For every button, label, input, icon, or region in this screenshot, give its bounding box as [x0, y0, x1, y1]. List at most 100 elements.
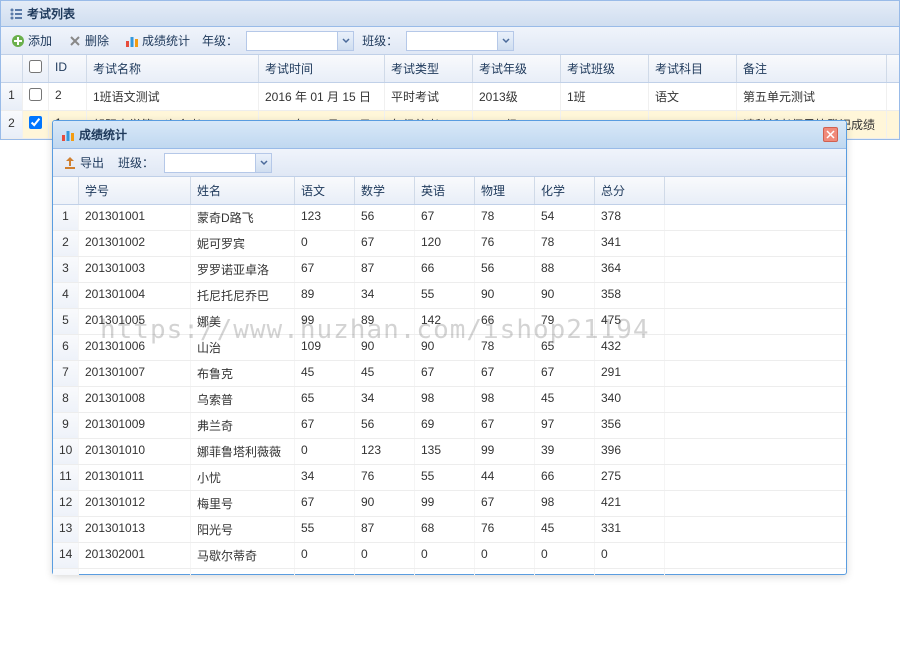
- rownum: 10: [53, 439, 79, 464]
- rownum: 9: [53, 413, 79, 438]
- modal-class-label: 班级：: [118, 154, 154, 171]
- cell-math: 67: [355, 231, 415, 256]
- close-button[interactable]: [823, 127, 838, 142]
- cell-physics: 90: [475, 283, 535, 308]
- modal-class-input[interactable]: [165, 154, 255, 172]
- table-row[interactable]: 6201301006山治10990907865432: [53, 335, 846, 361]
- col-type[interactable]: 考试类型: [385, 55, 473, 82]
- cell-sid: 201301010: [79, 439, 191, 464]
- class-filter-combo[interactable]: [406, 31, 514, 51]
- table-row[interactable]: 11201301011小忧3476554466275: [53, 465, 846, 491]
- grade-filter-label: 年级：: [202, 32, 238, 49]
- col-subject[interactable]: 考试科目: [649, 55, 737, 82]
- chart-icon: [61, 128, 75, 142]
- cell-class: 1班: [561, 83, 649, 110]
- close-icon: [826, 130, 835, 139]
- rownum: 1: [1, 83, 23, 110]
- cell-chinese: 67: [295, 491, 355, 516]
- grade-filter-combo[interactable]: [246, 31, 354, 51]
- table-row[interactable]: 5201301005娜美99891426679475: [53, 309, 846, 335]
- cell-sid: 201301003: [79, 257, 191, 282]
- cell-sid: 201302001: [79, 543, 191, 568]
- table-row[interactable]: 15201302002范奥卡000000: [53, 569, 846, 575]
- col-chemistry[interactable]: 化学: [535, 177, 595, 204]
- table-row[interactable]: 1201301001蒙奇D路飞12356677854378: [53, 205, 846, 231]
- table-row[interactable]: 12201301012梅里号6790996798421: [53, 491, 846, 517]
- cell-chemistry: 97: [535, 413, 595, 438]
- cell-chemistry: 98: [535, 491, 595, 516]
- table-row[interactable]: 4201301004托尼托尼乔巴8934559090358: [53, 283, 846, 309]
- cell-physics: 0: [475, 569, 535, 575]
- cell-total: 378: [595, 205, 665, 230]
- cell-subject: 语文: [649, 83, 737, 110]
- grade-filter-input[interactable]: [247, 32, 337, 50]
- cell-name: 小忧: [191, 465, 295, 490]
- add-label: 添加: [28, 32, 52, 49]
- cell-name: 托尼托尼乔巴: [191, 283, 295, 308]
- col-class[interactable]: 考试班级: [561, 55, 649, 82]
- row-checkbox[interactable]: [23, 111, 49, 138]
- cell-total: 364: [595, 257, 665, 282]
- cell-math: 45: [355, 361, 415, 386]
- col-total[interactable]: 总分: [595, 177, 665, 204]
- list-icon: [9, 7, 23, 21]
- checkbox-header[interactable]: [23, 55, 49, 82]
- add-button[interactable]: 添加: [7, 30, 56, 51]
- cell-id: 2: [49, 83, 87, 110]
- table-row[interactable]: 7201301007布鲁克4545676767291: [53, 361, 846, 387]
- cell-physics: 44: [475, 465, 535, 490]
- cell-sid: 201301001: [79, 205, 191, 230]
- cell-physics: 67: [475, 491, 535, 516]
- cell-chinese: 34: [295, 465, 355, 490]
- table-row[interactable]: 13201301013阳光号5587687645331: [53, 517, 846, 543]
- chevron-down-icon[interactable]: [337, 32, 353, 50]
- col-grade[interactable]: 考试年级: [473, 55, 561, 82]
- cell-total: 475: [595, 309, 665, 334]
- cell-time: 2016 年 01 月 15 日: [259, 83, 385, 110]
- table-row[interactable]: 121班语文测试2016 年 01 月 15 日平时考试2013级1班语文第五单…: [1, 83, 899, 111]
- cell-name: 布鲁克: [191, 361, 295, 386]
- col-sid[interactable]: 学号: [79, 177, 191, 204]
- cell-total: 356: [595, 413, 665, 438]
- col-chinese[interactable]: 语文: [295, 177, 355, 204]
- col-student-name[interactable]: 姓名: [191, 177, 295, 204]
- modal-grid[interactable]: 学号 姓名 语文 数学 英语 物理 化学 总分 1201301001蒙奇D路飞1…: [53, 177, 846, 575]
- col-name[interactable]: 考试名称: [87, 55, 259, 82]
- col-physics[interactable]: 物理: [475, 177, 535, 204]
- table-row[interactable]: 2201301002妮可罗宾0671207678341: [53, 231, 846, 257]
- cell-english: 67: [415, 361, 475, 386]
- cell-name: 阳光号: [191, 517, 295, 542]
- cell-chinese: 89: [295, 283, 355, 308]
- cell-english: 90: [415, 335, 475, 360]
- table-row[interactable]: 14201302001马歇尔蒂奇000000: [53, 543, 846, 569]
- cell-sid: 201301008: [79, 387, 191, 412]
- export-button[interactable]: 导出: [59, 152, 108, 173]
- col-id[interactable]: ID: [49, 55, 87, 82]
- col-math[interactable]: 数学: [355, 177, 415, 204]
- delete-button[interactable]: 删除: [64, 30, 113, 51]
- col-english[interactable]: 英语: [415, 177, 475, 204]
- cell-math: 34: [355, 387, 415, 412]
- cell-math: 34: [355, 283, 415, 308]
- table-row[interactable]: 9201301009弗兰奇6756696797356: [53, 413, 846, 439]
- class-filter-input[interactable]: [407, 32, 497, 50]
- table-row[interactable]: 10201301010娜菲鲁塔利薇薇01231359939396: [53, 439, 846, 465]
- cell-chemistry: 45: [535, 517, 595, 542]
- stats-button[interactable]: 成绩统计: [121, 30, 194, 51]
- cell-type: 平时考试: [385, 83, 473, 110]
- chevron-down-icon[interactable]: [255, 154, 271, 172]
- table-row[interactable]: 8201301008乌索普6534989845340: [53, 387, 846, 413]
- row-checkbox[interactable]: [23, 83, 49, 110]
- cell-math: 0: [355, 569, 415, 575]
- panel-header: 考试列表: [1, 1, 899, 27]
- chevron-down-icon[interactable]: [497, 32, 513, 50]
- cell-chinese: 67: [295, 257, 355, 282]
- table-row[interactable]: 3201301003罗罗诺亚卓洛6787665688364: [53, 257, 846, 283]
- modal-header[interactable]: 成绩统计: [53, 121, 846, 149]
- modal-class-combo[interactable]: [164, 153, 272, 173]
- cell-english: 68: [415, 517, 475, 542]
- cell-name: 范奥卡: [191, 569, 295, 575]
- cell-name: 1班语文测试: [87, 83, 259, 110]
- col-remark[interactable]: 备注: [737, 55, 887, 82]
- col-time[interactable]: 考试时间: [259, 55, 385, 82]
